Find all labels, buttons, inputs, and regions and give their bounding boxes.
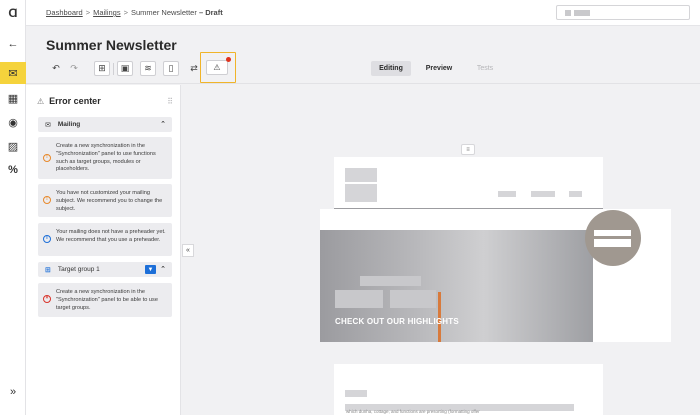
collapse-panel-button[interactable]: « [182,244,194,257]
heading-placeholder [345,390,367,397]
error-message: ! You have not customized your mailing s… [38,184,172,217]
breadcrumb-separator: > [85,8,91,17]
account-name-placeholder [574,10,590,16]
add-block-icon[interactable]: ⊞ [94,61,110,76]
warning-circle-icon: ! [43,196,51,204]
content-block[interactable] [334,364,603,415]
warning-icon: ⚠ [37,96,45,106]
error-circle-icon: × [43,295,51,303]
tab-editing[interactable]: Editing [371,61,411,76]
modules-nav-icon[interactable]: ▦ [0,87,26,109]
undo-icon[interactable]: ↶ [50,61,62,76]
hero-image[interactable]: CHECK OUT OUR HIGHLIGHTS [320,230,593,342]
filter-badge-icon[interactable]: ▼ [145,265,156,274]
block-handle-icon[interactable]: ≡ [461,144,475,155]
badge-bar [594,230,631,236]
hero-placeholder [360,276,421,286]
account-avatar-placeholder [565,10,571,16]
expand-rail-icon[interactable]: » [0,381,26,403]
breadcrumb-separator: > [123,8,128,17]
status-label: Draft [205,8,223,17]
chevron-up-icon[interactable]: ⌃ [160,120,166,128]
error-center-button[interactable]: ⚠ [200,52,236,83]
error-center-title-text: Error center [49,96,101,106]
warning-icon: ⚠ [206,60,228,75]
preview-nav-icon[interactable]: ◉ [0,111,26,133]
image-icon[interactable]: ▣ [117,61,133,76]
logo-placeholder [345,184,377,202]
section-target-group[interactable]: ⊞ Target group 1 ▼ ⌃ [38,262,172,277]
mailing-nav-icon[interactable]: ✉ [0,62,26,84]
link-icon[interactable]: ⇄ [188,61,200,76]
breadcrumb-status: – Draft [199,8,223,17]
section-label: Target group 1 [57,266,100,273]
nav-link-placeholder [498,191,516,197]
back-arrow-icon[interactable]: ← [0,33,26,55]
content-text-snippet: which dunha, cottage, and functions are … [346,409,480,414]
section-label: Mailing [57,121,81,128]
error-indicator-dot [226,57,231,62]
layers-icon[interactable]: ≋ [140,61,156,76]
breadcrumb-mailings[interactable]: Mailings [93,8,121,17]
error-message-text: Create a new synchronization in the "Syn… [56,143,156,173]
editor-header: Summer Newsletter ↶ ↷ ⊞ ▣ ≋ ▯ ⇄ ⚠ Editin… [26,26,700,84]
top-bar: Dashboard > Mailings > Summer Newsletter – D… [26,0,700,26]
breadcrumb-dashboard[interactable]: Dashboard [46,8,83,17]
hero-caption: CHECK OUT OUR HIGHLIGHTS [335,317,459,326]
images-nav-icon[interactable]: ▨ [0,135,26,157]
logo-placeholder [345,168,377,182]
info-circle-icon: i [43,235,51,243]
redo-icon[interactable]: ↷ [68,61,80,76]
account-selector[interactable] [556,5,690,20]
badge-circle[interactable] [585,210,641,266]
warning-circle-icon: ! [43,154,51,162]
error-message-text: Create a new synchronization in the "Syn… [56,289,158,311]
error-message-text: You have not customized your mailing sub… [56,190,163,212]
mail-icon: ✉ [45,121,51,129]
error-message-text: Your mailing does not have a preheader y… [56,229,166,243]
error-message: i Your mailing does not have a preheader… [38,223,172,256]
page-title: Summer Newsletter [46,37,177,53]
error-message: × Create a new synchronization in the "S… [38,283,172,317]
nav-link-placeholder [569,191,582,197]
error-message: ! Create a new synchronization in the "S… [38,137,172,179]
left-rail: Ɑ ← ✉ ▦ ◉ ▨ % » [0,0,26,415]
chevron-up-icon[interactable]: ⌃ [160,265,166,273]
error-center-panel: ⚠ Error center ⠿ ✉ Mailing ⌃ ! Create a … [26,85,181,415]
app-logo-icon[interactable]: Ɑ [0,2,26,24]
tab-preview[interactable]: Preview [421,61,457,76]
drag-handle-icon[interactable]: ⠿ [167,97,173,106]
email-header-block[interactable] [334,157,603,209]
placeholders-nav-icon[interactable]: % [0,159,26,181]
breadcrumb-current: Summer Newsletter [131,8,197,17]
badge-bar [594,239,631,247]
status-separator: – [198,8,204,17]
target-group-icon: ⊞ [45,266,51,274]
nav-link-placeholder [531,191,555,197]
error-center-title: ⚠ Error center [37,96,101,106]
tab-tests[interactable]: Tests [469,61,501,76]
hero-placeholder [390,290,436,308]
hero-placeholder [335,290,383,308]
toolbar-divider [113,63,114,75]
section-mailing[interactable]: ✉ Mailing ⌃ [38,117,172,132]
breadcrumb: Dashboard > Mailings > Summer Newsletter – D… [46,8,223,17]
mobile-icon[interactable]: ▯ [163,61,179,76]
